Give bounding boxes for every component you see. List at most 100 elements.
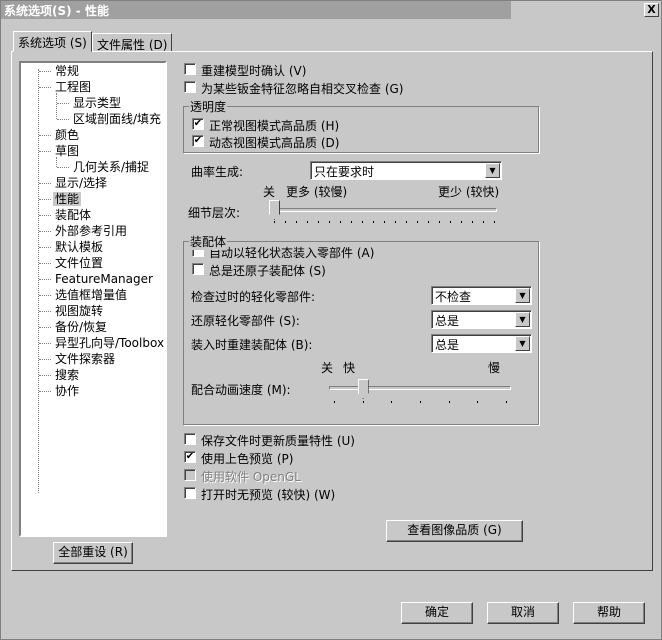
tree-item-label: 协作 xyxy=(55,384,80,398)
tree-item-label: 区域剖面线/填充 xyxy=(73,112,162,126)
tree-item[interactable]: 常规 xyxy=(39,63,81,79)
tree-item-label: 颜色 xyxy=(55,128,80,142)
tree-item[interactable]: 几何关系/捕捉 xyxy=(57,159,151,175)
lod-more-label: 更多 (较慢) xyxy=(286,185,348,199)
tree-item[interactable]: 异型孔向导/Toolbox xyxy=(39,335,166,351)
tree-item-label: 几何关系/捕捉 xyxy=(73,160,150,174)
checkbox-label: 保存文件时更新质量特性 (U) xyxy=(201,434,355,448)
mate-speed-slow-label: 慢 xyxy=(488,361,501,375)
tree-item-label: 异型孔向导/Toolbox xyxy=(55,336,165,350)
tree-item[interactable]: 显示类型 xyxy=(57,95,123,111)
assembly-row-label: 装入时重建装配体 (B): xyxy=(191,338,313,352)
tree-item[interactable]: 协作 xyxy=(39,383,81,399)
reset-all-button[interactable]: 全部重设 (R) xyxy=(53,542,133,564)
assembly-row-select[interactable]: 总是 ▼ xyxy=(431,310,532,329)
tree-item[interactable]: 文件探索器 xyxy=(39,351,117,367)
curvature-value: 只在要求时 xyxy=(314,165,375,179)
tree-item-label: 默认模板 xyxy=(55,240,104,254)
tree-item-label: 备份/恢复 xyxy=(55,320,108,334)
tree-item[interactable]: 搜索 xyxy=(39,367,81,383)
slider-tick xyxy=(307,221,308,223)
mate-speed-fast-label: 快 xyxy=(343,361,356,375)
lod-label: 细节层次: xyxy=(188,206,241,220)
slider-tick xyxy=(296,221,297,223)
slider-tick xyxy=(340,221,341,223)
mate-speed-slider-track[interactable] xyxy=(329,386,511,390)
checkbox-label: 使用上色预览 (P) xyxy=(201,452,294,466)
tree-item-label: 文件位置 xyxy=(55,256,104,270)
tree-item-label: 工程图 xyxy=(55,80,92,94)
slider-tick xyxy=(362,401,364,403)
transparency-group xyxy=(183,106,539,153)
checkbox-box[interactable]: ✔ xyxy=(184,451,196,463)
view-image-quality-button[interactable]: 查看图像品质 (G) xyxy=(386,520,523,542)
slider-tick xyxy=(472,221,473,223)
tree-item[interactable]: FeatureManager xyxy=(39,271,155,287)
tree-item-label: 外部参考引用 xyxy=(55,224,128,238)
assembly-row-label: 还原轻化零部件 (S): xyxy=(191,314,300,328)
tree-item[interactable]: 性能 xyxy=(39,191,82,207)
slider-tick xyxy=(351,221,352,223)
mate-speed-off-label: 关 xyxy=(321,361,334,375)
tree-item[interactable]: 视图旋转 xyxy=(39,303,105,319)
checkbox-box[interactable] xyxy=(184,469,196,481)
tree-item[interactable]: 草图 xyxy=(39,143,81,159)
tree-item[interactable]: 显示/选择 xyxy=(39,175,109,191)
slider-tick xyxy=(391,401,393,403)
lod-less-label: 更少 (较快) xyxy=(438,185,500,199)
chevron-down-icon: ▼ xyxy=(485,163,500,178)
tree-item-label: 搜索 xyxy=(55,368,80,382)
lod-off-label: 关 xyxy=(263,185,276,199)
slider-tick xyxy=(450,221,451,223)
lod-slider-track[interactable] xyxy=(271,208,497,212)
checkbox-label: 重建模型时确认 (V) xyxy=(201,64,307,78)
select-value: 不检查 xyxy=(435,290,472,304)
tree-item[interactable]: 默认模板 xyxy=(39,239,105,255)
curvature-select[interactable]: 只在要求时 ▼ xyxy=(310,161,502,180)
slider-tick xyxy=(477,401,479,403)
slider-tick xyxy=(362,221,363,223)
tree-item-label: 性能 xyxy=(53,192,82,206)
checkbox-label: 使用软件 OpenGL xyxy=(201,470,301,484)
options-tree[interactable]: 常规 工程图 显示类型 区域剖面线/填充颜色草图几何关系/捕捉 显示/选择 性能装配体外部… xyxy=(19,61,167,537)
tree-item[interactable]: 区域剖面线/填充 xyxy=(57,111,163,127)
slider-tick xyxy=(395,221,396,223)
checkbox-box[interactable] xyxy=(184,81,196,93)
tab-document-properties[interactable]: 文件属性 (D) xyxy=(92,33,173,52)
tree-item[interactable]: 选值框增量值 xyxy=(39,287,129,303)
cancel-button[interactable]: 取消 xyxy=(487,602,559,624)
assembly-group-label: 装配体 xyxy=(189,233,228,250)
slider-tick xyxy=(373,221,374,223)
tab-system-options[interactable]: 系统选项 (S) xyxy=(13,31,92,52)
checkbox-box[interactable] xyxy=(184,63,196,75)
slider-tick xyxy=(406,221,407,223)
tree-item-label: 装配体 xyxy=(55,208,92,222)
checkbox-label: 为某些钣金特征忽略自相交叉检查 (G) xyxy=(201,82,404,96)
slider-tick xyxy=(417,221,418,223)
slider-tick xyxy=(285,221,286,223)
title-bar: 系统选项(S) - 性能 xyxy=(1,1,511,19)
tree-item[interactable]: 文件位置 xyxy=(39,255,105,271)
tree-item[interactable]: 装配体 xyxy=(39,207,93,223)
checkbox-box[interactable] xyxy=(184,433,196,445)
slider-tick xyxy=(461,221,462,223)
assembly-row-select[interactable]: 总是 ▼ xyxy=(431,334,532,353)
chevron-down-icon: ▼ xyxy=(515,312,530,327)
curvature-label: 曲率生成: xyxy=(191,165,244,179)
chevron-down-icon: ▼ xyxy=(515,336,530,351)
assembly-row-select[interactable]: 不检查 ▼ xyxy=(431,286,532,305)
checkbox-box[interactable] xyxy=(184,487,196,499)
slider-tick xyxy=(274,221,275,223)
slider-tick xyxy=(483,221,484,223)
tree-item-label: 草图 xyxy=(55,144,80,158)
tree-item[interactable]: 工程图 xyxy=(39,79,93,95)
transparency-group-label: 透明度 xyxy=(189,98,228,115)
tree-item[interactable]: 备份/恢复 xyxy=(39,319,109,335)
tree-item[interactable]: 颜色 xyxy=(39,127,81,143)
close-button[interactable]: X xyxy=(644,3,659,17)
ok-button[interactable]: 确定 xyxy=(401,602,473,624)
select-value: 总是 xyxy=(435,314,460,328)
tree-item-label: 选值框增量值 xyxy=(55,288,128,302)
help-button[interactable]: 帮助 xyxy=(573,602,645,624)
tree-item[interactable]: 外部参考引用 xyxy=(39,223,129,239)
